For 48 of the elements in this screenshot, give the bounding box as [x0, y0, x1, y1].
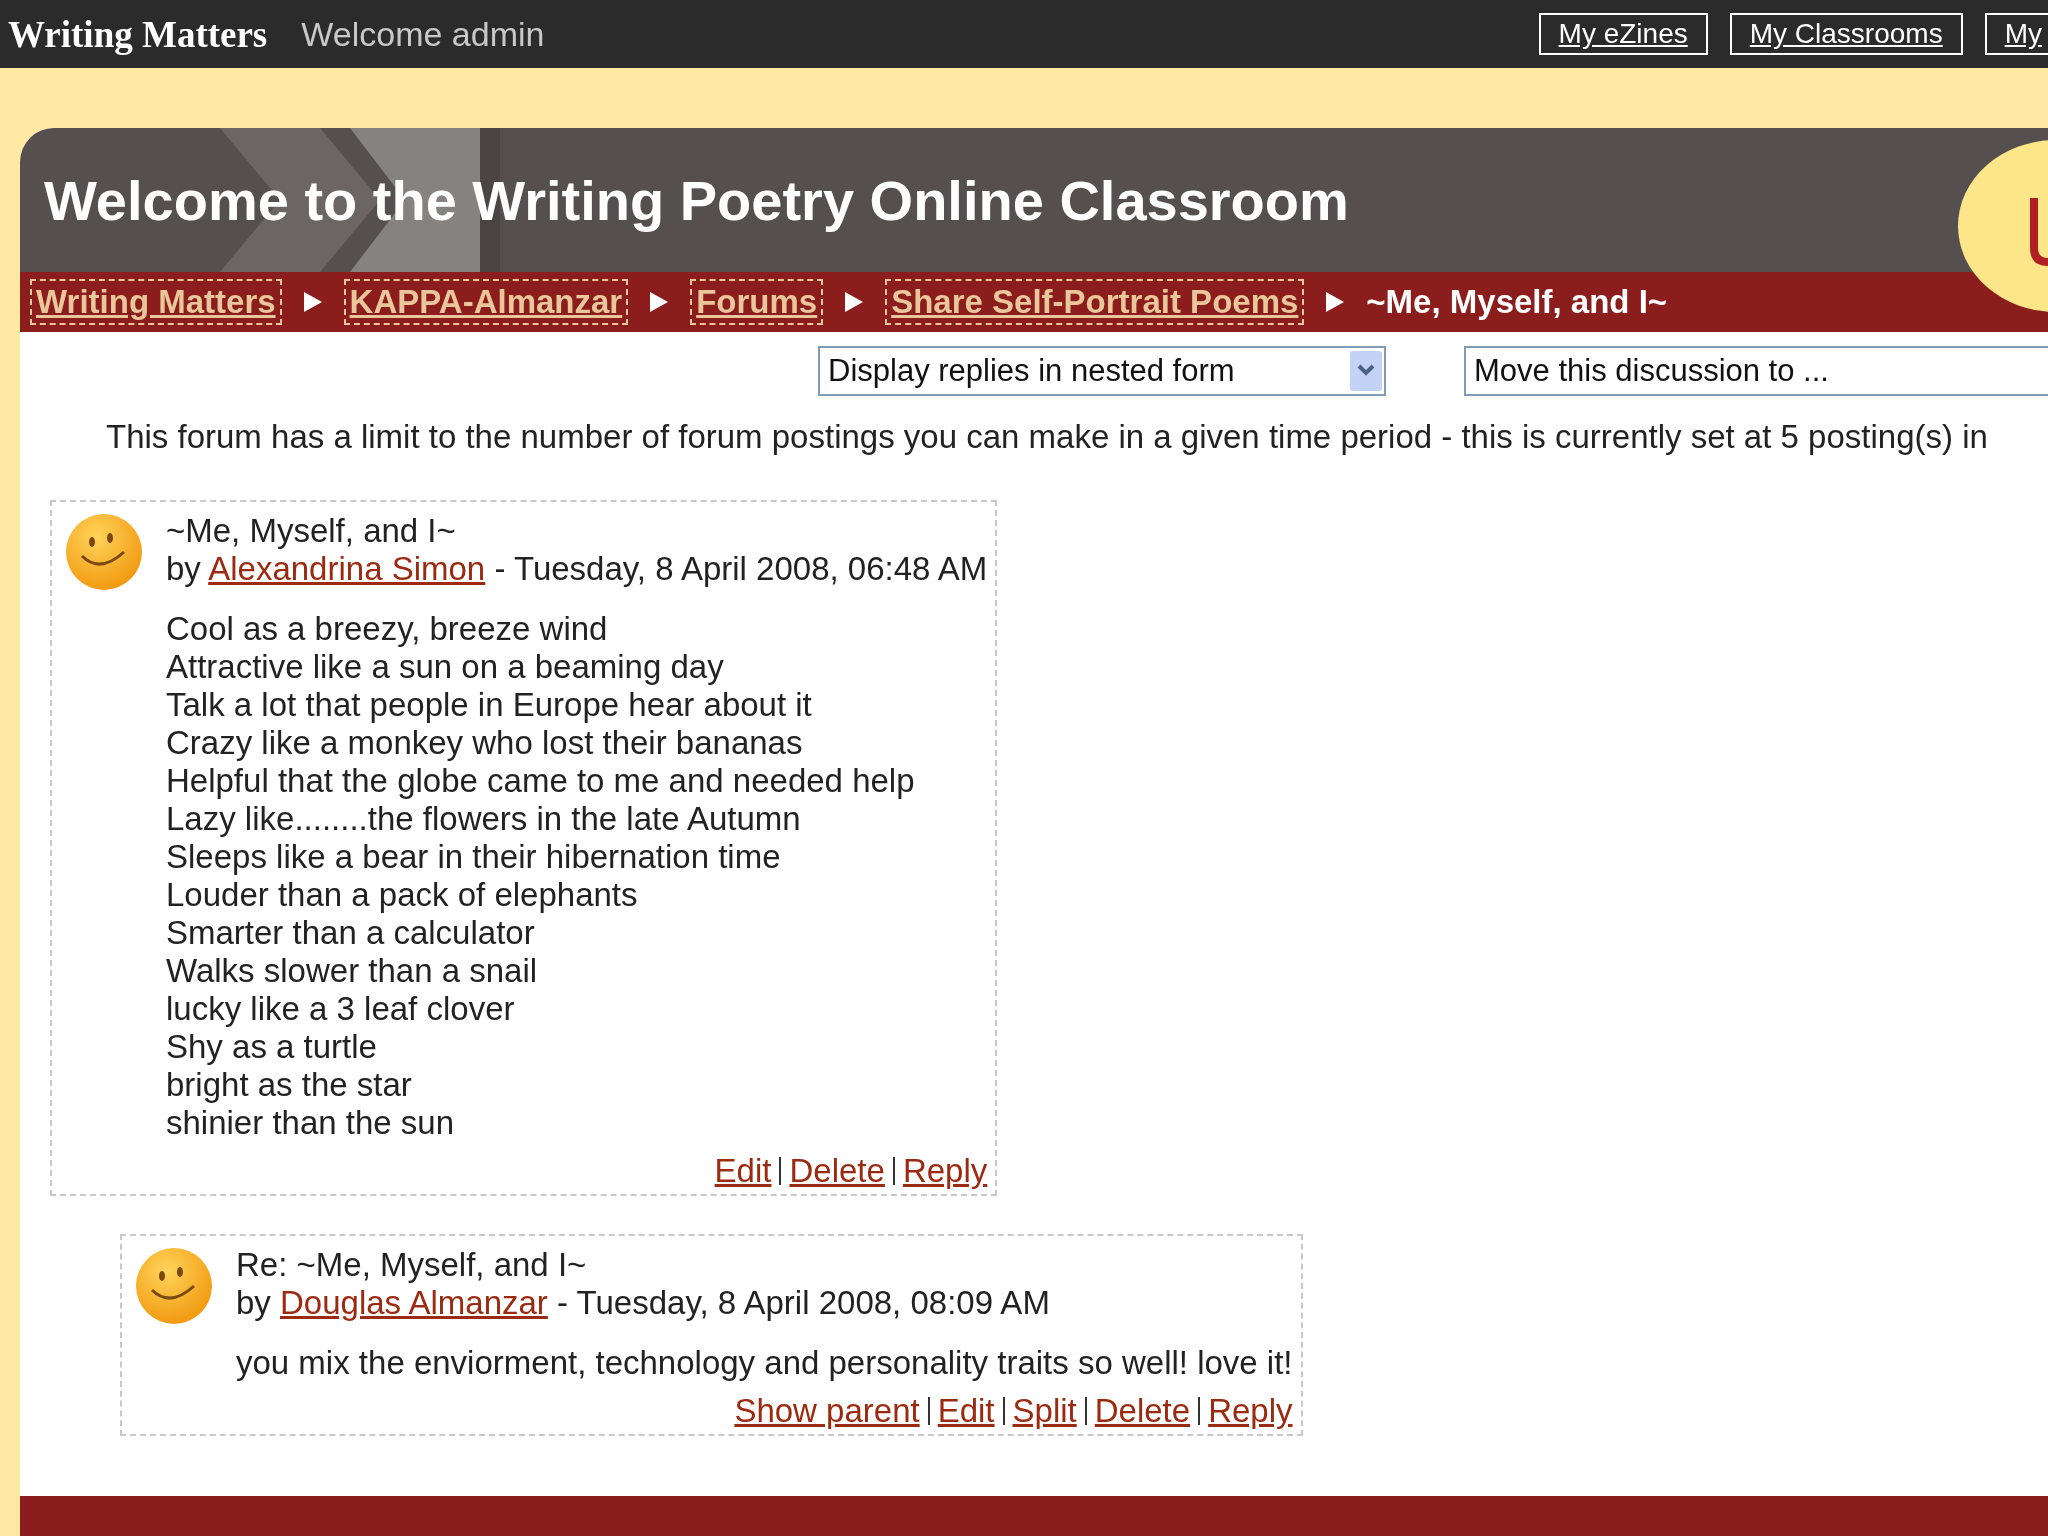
post-action-link[interactable]: Edit — [714, 1152, 772, 1190]
banner-title: Welcome to the Writing Poetry Online Classroom — [44, 167, 1349, 233]
post-text-line: Sleeps like a bear in their hibernation time — [166, 838, 782, 876]
post-text-line: Walks slower than a snail — [166, 952, 539, 990]
post-text-line: shinier than the sun — [166, 1104, 456, 1142]
site-name: Writing Matters — [8, 12, 268, 56]
post-text-line: you mix the enviorment, technology and personality traits so well! love it! — [236, 1344, 1293, 1382]
breadcrumb-link[interactable]: KAPPA-Almanzar — [343, 279, 629, 325]
logo-icon — [1956, 138, 2048, 314]
smiley-icon — [134, 1246, 214, 1326]
post-text-line: Attractive like a sun on a beaming day — [166, 648, 725, 686]
post-text-line: Shy as a turtle — [166, 1028, 378, 1066]
post-text-line: lucky like a 3 leaf clover — [166, 990, 516, 1028]
top-nav-link[interactable]: My Classrooms — [1729, 13, 1963, 55]
post-action-link[interactable]: Delete — [1094, 1392, 1191, 1430]
post-text-line: Louder than a pack of elephants — [166, 876, 639, 914]
top-nav-link[interactable]: My eZines — [1538, 13, 1708, 55]
smiley-icon — [64, 512, 144, 592]
author-link[interactable]: Douglas Almanzar — [280, 1284, 548, 1321]
display-mode-select[interactable]: Display replies in nested form — [818, 346, 1386, 396]
post-text-line: Lazy like........the flowers in the late Autumn — [166, 800, 802, 838]
breadcrumb-link[interactable]: Share Self-Portrait Poems — [885, 279, 1305, 325]
post-text-line: Talk a lot that people in Europe hear about it — [166, 686, 813, 724]
move-discussion-select[interactable]: Move this discussion to ... — [1464, 346, 2048, 396]
breadcrumb-current: ~Me, Myself, and I~ — [1366, 283, 1668, 321]
post-action-link[interactable]: Reply — [902, 1152, 988, 1190]
post-subject: ~Me, Myself, and I~ — [166, 512, 457, 550]
post-text-line: Cool as a breezy, breeze wind — [166, 610, 609, 648]
chevron-down-icon — [1350, 351, 1382, 391]
post-subject: Re: ~Me, Myself, and I~ — [236, 1246, 588, 1284]
author-link[interactable]: Alexandrina Simon — [208, 550, 486, 587]
arrow-right-icon — [301, 290, 324, 314]
post-text-line: bright as the star — [166, 1066, 413, 1104]
post-text-line: Helpful that the globe came to me and needed help — [166, 762, 916, 800]
post-action-link[interactable]: Edit — [937, 1392, 995, 1430]
post-text-line: Crazy like a monkey who lost their bananas — [166, 724, 804, 762]
post-byline: by Alexandrina Simon - Tuesday, 8 April 2008, 06:48 AM — [166, 550, 988, 588]
post-action-link[interactable]: Split — [1012, 1392, 1077, 1430]
welcome-text: Welcome admin — [301, 14, 545, 54]
post-text-line: Smarter than a calculator — [166, 914, 536, 952]
post-action-link[interactable]: Delete — [789, 1152, 885, 1190]
top-nav-link[interactable]: My — [1984, 13, 2048, 55]
post-action-link[interactable]: Show parent — [734, 1392, 920, 1430]
posting-limit-notice: This forum has a limit to the number of forum postings you can make in a given time period - this is currently set at 5 posting(s) in — [106, 418, 1989, 456]
post-action-link[interactable]: Reply — [1208, 1392, 1293, 1430]
breadcrumb-link[interactable]: Writing Matters — [30, 279, 282, 325]
post-byline: by Douglas Almanzar - Tuesday, 8 April 2008, 08:09 AM — [236, 1284, 1051, 1322]
breadcrumb-link[interactable]: Forums — [690, 279, 824, 325]
